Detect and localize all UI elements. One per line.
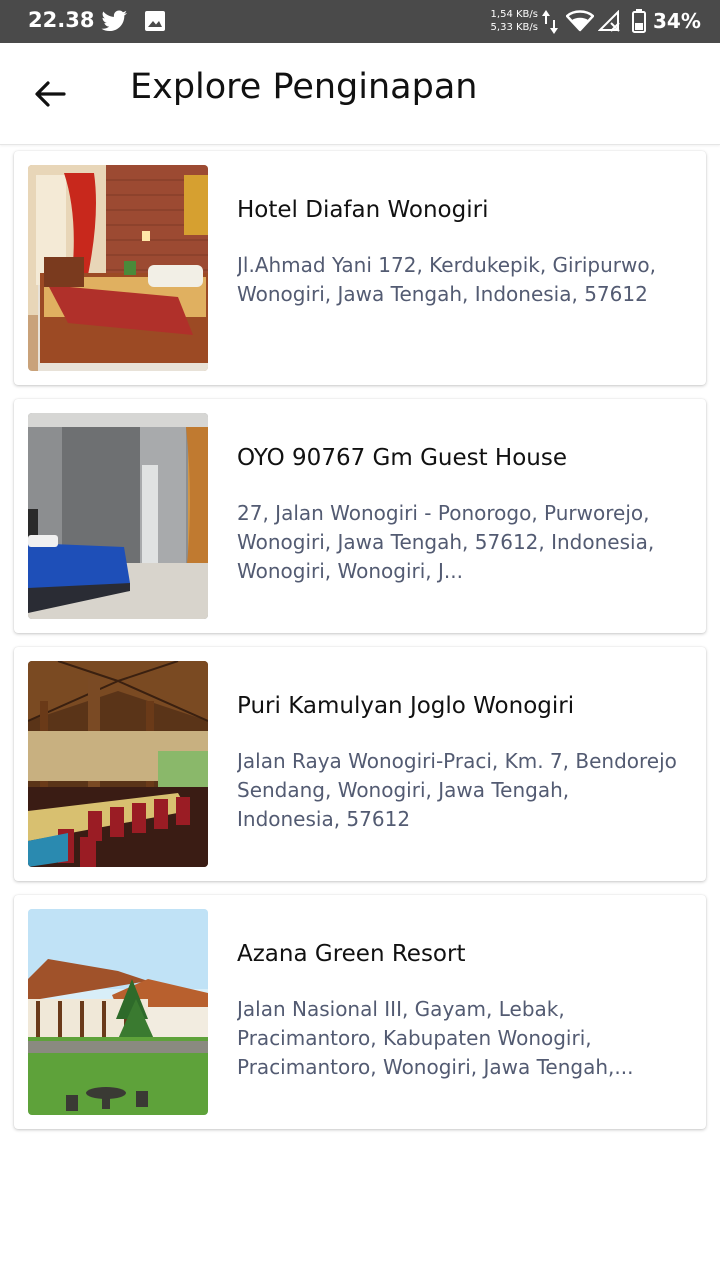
lodging-address: Jalan Raya Wonogiri-Praci, Km. 7, Bendor…: [237, 749, 677, 831]
data-arrows-icon: [542, 10, 558, 34]
lodging-name: Hotel Diafan Wonogiri: [237, 197, 489, 223]
battery-percent: 34%: [653, 9, 701, 33]
lodging-photo: [28, 661, 208, 867]
lodging-address: Jl.Ahmad Yani 172, Kerdukepik, Giripurwo…: [237, 253, 656, 306]
speed-up-text: 1,54 KB/s: [490, 9, 538, 20]
lodging-name: Azana Green Resort: [237, 941, 466, 967]
lodging-photo: [28, 413, 208, 619]
back-button[interactable]: [22, 71, 78, 117]
status-bar: 22.38 1,54 KB/s 5,33 KB/s 34%: [0, 0, 720, 43]
lodging-card-azana-green-resort[interactable]: Azana Green Resort Jalan Nasional III, G…: [14, 895, 706, 1129]
lodging-name: Puri Kamulyan Joglo Wonogiri: [237, 693, 575, 719]
lodging-card-oyo-guest-house[interactable]: OYO 90767 Gm Guest House 27, Jalan Wonog…: [14, 399, 706, 633]
lodging-photo: [28, 909, 208, 1115]
twitter-icon: [101, 10, 127, 31]
image-icon: [145, 11, 165, 31]
status-time: 22.38: [28, 8, 95, 32]
lodging-photo: [28, 165, 208, 371]
page-title: Explore Penginapan: [130, 67, 478, 107]
app-bar: Explore Penginapan: [0, 43, 720, 145]
battery-icon: [632, 9, 646, 33]
lodging-card-hotel-diafan[interactable]: Hotel Diafan Wonogiri Jl.Ahmad Yani 172,…: [14, 151, 706, 385]
network-speed: 1,54 KB/s 5,33 KB/s: [484, 8, 538, 34]
lodging-address: Jalan Nasional III, Gayam, Lebak, Pracim…: [237, 997, 634, 1079]
wifi-icon: [566, 10, 594, 32]
lodging-card-puri-kamulyan[interactable]: Puri Kamulyan Joglo Wonogiri Jalan Raya …: [14, 647, 706, 881]
lodging-address: 27, Jalan Wonogiri - Ponorogo, Purworejo…: [237, 501, 655, 583]
arrow-left-icon: [35, 81, 66, 107]
speed-down-text: 5,33 KB/s: [490, 22, 538, 33]
signal-icon: [598, 10, 620, 32]
lodging-name: OYO 90767 Gm Guest House: [237, 445, 568, 471]
